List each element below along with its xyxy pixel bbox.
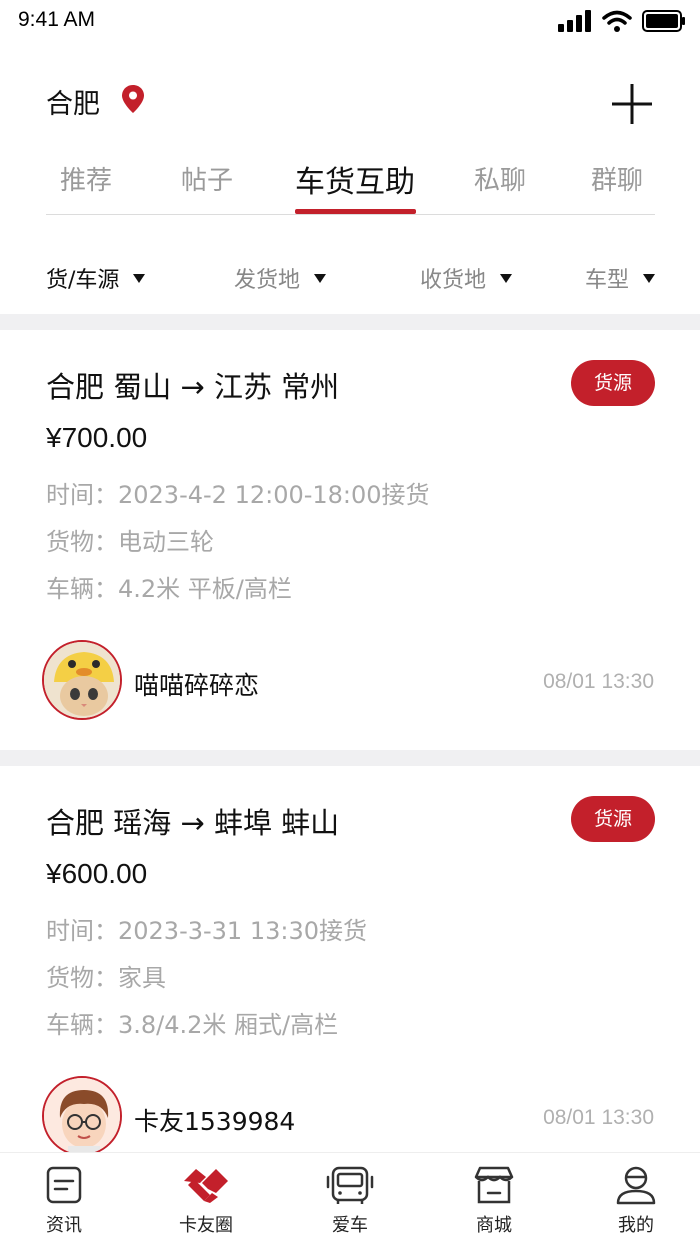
filter-vehicle-type[interactable]: 车型: [585, 262, 656, 294]
cat-avatar-icon: [44, 642, 120, 718]
avatar[interactable]: [42, 640, 122, 720]
cargo-info: 货物：家具: [46, 964, 166, 992]
vehicle-info: 车辆：4.2米 平板/高栏: [46, 575, 292, 603]
nav-label: 爱车: [332, 1215, 368, 1236]
post-card[interactable]: 合肥 瑶海 → 蚌埠 蚌山 货源 ¥600.00 时间：2023-3-31 13…: [0, 766, 700, 1156]
pickup-time: 时间：2023-3-31 13:30接货: [46, 917, 367, 945]
nav-news[interactable]: 资讯: [14, 1161, 114, 1241]
source-badge: 货源: [571, 796, 655, 842]
status-icons: [558, 10, 686, 32]
tab-recommend[interactable]: 推荐: [60, 160, 112, 197]
filter-label: 收货地: [420, 268, 487, 293]
username[interactable]: 喵喵碎碎恋: [134, 666, 259, 702]
handshake-icon: [184, 1169, 228, 1203]
status-time: 9:41 AM: [18, 8, 96, 31]
avatar[interactable]: [42, 1076, 122, 1156]
active-tab-indicator: [295, 209, 416, 214]
store-icon: [474, 1166, 514, 1204]
plus-icon[interactable]: [608, 80, 656, 128]
price: ¥600.00: [46, 858, 148, 889]
nav-label: 我的: [618, 1215, 654, 1236]
tab-private-chat[interactable]: 私聊: [474, 160, 526, 197]
caret-down-icon: [314, 273, 327, 283]
nav-label: 商城: [476, 1215, 512, 1236]
tab-freight-help[interactable]: 车货互助: [295, 157, 415, 201]
nav-profile[interactable]: 我的: [586, 1161, 686, 1241]
nav-label: 资讯: [46, 1215, 82, 1236]
header: 合肥: [0, 60, 700, 140]
section-divider: [0, 750, 700, 766]
profile-icon: [616, 1166, 656, 1205]
nav-mall[interactable]: 商城: [444, 1161, 544, 1241]
nav-label: 卡友圈: [179, 1215, 233, 1236]
bus-icon: [326, 1166, 374, 1204]
news-icon: [46, 1166, 82, 1204]
wifi-icon: [602, 10, 632, 32]
filter-origin[interactable]: 发货地: [234, 262, 327, 294]
filter-bar: 货/车源 发货地 收货地 车型: [0, 248, 700, 304]
bottom-nav: 资讯 卡友圈 爱车 商城 我的: [0, 1152, 700, 1244]
tab-posts[interactable]: 帖子: [181, 160, 233, 197]
route-text: 合肥 瑶海 → 蚌埠 蚌山: [46, 806, 340, 840]
cargo-info: 货物：电动三轮: [46, 528, 214, 556]
post-timestamp: 08/01 13:30: [543, 1106, 654, 1129]
pickup-time: 时间：2023-4-2 12:00-18:00接货: [46, 481, 430, 509]
filter-label: 车型: [585, 268, 630, 293]
filter-label: 发货地: [234, 268, 301, 293]
map-pin-icon[interactable]: [121, 84, 145, 114]
filter-label: 货/车源: [46, 268, 120, 293]
category-tabs: 推荐 帖子 车货互助 私聊 群聊: [46, 150, 655, 215]
post-card[interactable]: 合肥 蜀山 → 江苏 常州 货源 ¥700.00 时间：2023-4-2 12:…: [0, 330, 700, 750]
tab-group-chat[interactable]: 群聊: [591, 160, 643, 197]
city-selector[interactable]: 合肥: [46, 82, 100, 121]
filter-destination[interactable]: 收货地: [420, 262, 513, 294]
signal-icon: [558, 10, 591, 32]
route-text: 合肥 蜀山 → 江苏 常州: [46, 370, 340, 404]
caret-down-icon: [643, 273, 656, 283]
nav-my-car[interactable]: 爱车: [300, 1161, 400, 1241]
caret-down-icon: [500, 273, 513, 283]
caret-down-icon: [133, 273, 146, 283]
battery-icon: [642, 10, 685, 32]
vehicle-info: 车辆：3.8/4.2米 厢式/高栏: [46, 1011, 339, 1039]
nav-truckers-circle[interactable]: 卡友圈: [156, 1161, 256, 1241]
source-badge: 货源: [571, 360, 655, 406]
section-divider: [0, 314, 700, 330]
post-timestamp: 08/01 13:30: [543, 670, 654, 693]
username[interactable]: 卡友1539984: [134, 1102, 295, 1138]
status-bar: 9:41 AM: [0, 0, 700, 44]
filter-source-type[interactable]: 货/车源: [46, 262, 146, 294]
boy-avatar-icon: [44, 1078, 120, 1154]
price: ¥700.00: [46, 422, 148, 453]
